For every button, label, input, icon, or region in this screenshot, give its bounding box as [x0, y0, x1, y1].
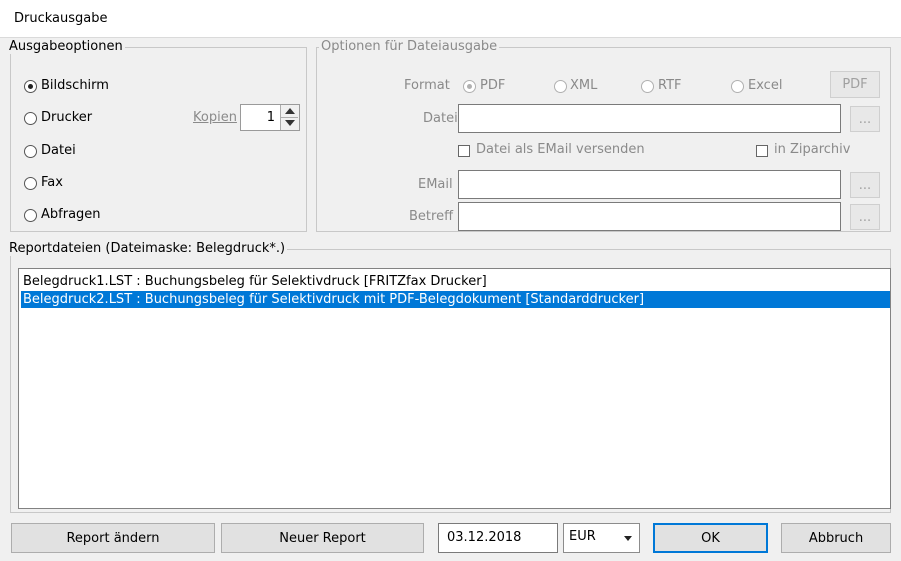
label-fax: Fax: [41, 175, 63, 190]
report-listbox[interactable]: Belegdruck1.LST : Buchungsbeleg für Sele…: [18, 268, 891, 509]
label-format-pdf: PDF: [480, 78, 506, 93]
spin-divider: [281, 117, 298, 118]
abbruch-button[interactable]: Abbruch: [781, 523, 891, 553]
label-format-excel: Excel: [748, 78, 783, 93]
radio-datei[interactable]: [24, 145, 37, 158]
date-value: 03.12.2018: [447, 530, 522, 545]
ausgabeoptionen-group: Ausgabeoptionen: [7, 39, 307, 232]
title-bar: Druckausgabe: [0, 0, 901, 38]
radio-drucker[interactable]: [24, 112, 37, 125]
email-check-label: Datei als EMail versenden: [476, 142, 645, 157]
label-abfragen: Abfragen: [41, 207, 101, 222]
format-pdf-button[interactable]: PDF: [830, 71, 880, 98]
neuer-report-button[interactable]: Neuer Report: [221, 523, 424, 553]
kopien-stepper[interactable]: 1: [240, 104, 300, 131]
radio-format-excel[interactable]: [731, 80, 744, 93]
zip-checkbox[interactable]: [756, 145, 768, 157]
report-aendern-button[interactable]: Report ändern: [11, 523, 215, 553]
email-label: EMail: [418, 177, 453, 192]
kopien-spin[interactable]: [280, 105, 299, 130]
ausgabeoptionen-legend: Ausgabeoptionen: [7, 39, 125, 54]
radio-abfragen[interactable]: [24, 209, 37, 222]
reportdateien-legend: Reportdateien (Dateimaske: Belegdruck*.): [7, 241, 288, 256]
currency-value: EUR: [569, 529, 596, 544]
email-checkbox[interactable]: [458, 145, 470, 157]
date-field[interactable]: 03.12.2018: [438, 523, 558, 553]
betreff-field[interactable]: [458, 202, 841, 231]
label-format-xml: XML: [570, 78, 598, 93]
betreff-label: Betreff: [409, 209, 454, 224]
email-browse-button[interactable]: ...: [850, 172, 880, 198]
currency-select[interactable]: EUR: [563, 523, 640, 553]
kopien-label: Kopien: [193, 110, 237, 125]
report-list-item-selected[interactable]: Belegdruck2.LST : Buchungsbeleg für Sele…: [21, 291, 890, 308]
radio-fax[interactable]: [24, 177, 37, 190]
email-field[interactable]: [458, 170, 841, 199]
report-list-item[interactable]: Belegdruck1.LST : Buchungsbeleg für Sele…: [21, 273, 487, 290]
datei-browse-button[interactable]: ...: [850, 106, 880, 132]
datei-label: Datei: [423, 111, 458, 126]
datei-field[interactable]: [458, 104, 841, 133]
label-bildschirm: Bildschirm: [41, 78, 109, 93]
betreff-browse-button[interactable]: ...: [850, 204, 880, 230]
radio-format-xml[interactable]: [554, 80, 567, 93]
label-format-rtf: RTF: [658, 78, 682, 93]
label-drucker: Drucker: [41, 110, 93, 125]
radio-bildschirm[interactable]: [24, 80, 37, 93]
spin-up-icon[interactable]: [285, 108, 295, 114]
dateiausgabe-legend: Optionen für Dateiausgabe: [319, 39, 500, 54]
label-datei: Datei: [41, 143, 76, 158]
spin-down-icon[interactable]: [285, 120, 295, 126]
title-separator: [0, 37, 901, 38]
chevron-down-icon[interactable]: [624, 536, 632, 541]
radio-format-pdf[interactable]: [463, 80, 476, 93]
window-title: Druckausgabe: [14, 11, 108, 26]
ok-button[interactable]: OK: [653, 523, 768, 553]
format-label: Format: [404, 78, 450, 93]
radio-format-rtf[interactable]: [641, 80, 654, 93]
zip-check-label: in Ziparchiv: [774, 142, 851, 157]
kopien-value: 1: [266, 110, 275, 125]
